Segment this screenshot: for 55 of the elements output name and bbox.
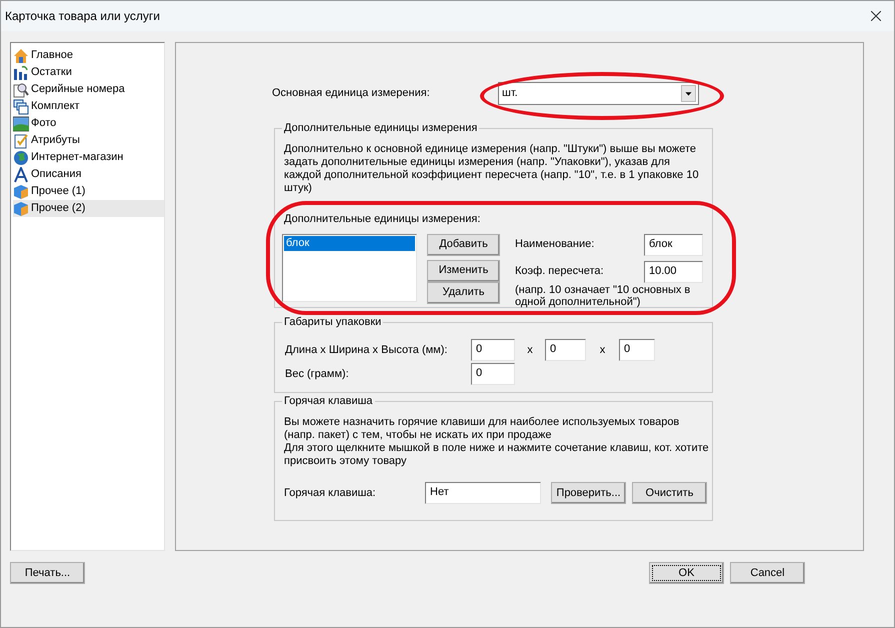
edit-button[interactable]: Изменить [427, 260, 500, 282]
hotkey-label: Горячая клавиша: [284, 486, 377, 501]
name-label: Наименование: [515, 237, 594, 252]
magnifier-icon [13, 82, 29, 98]
input-field[interactable]: 0 [545, 339, 586, 361]
list-label: Дополнительные единицы измерения: [284, 212, 482, 227]
form-icon [13, 132, 29, 148]
sidebar-item[interactable]: Главное [13, 47, 164, 64]
print-button[interactable]: Печать... [10, 562, 85, 584]
input-field[interactable]: 0 [619, 339, 655, 361]
input-field[interactable]: 0 [471, 363, 515, 385]
sidebar-item[interactable]: Комплект [13, 98, 164, 115]
sidebar-item[interactable]: Прочее (2) [13, 200, 164, 217]
globe-icon [13, 150, 29, 166]
factor-hint: (напр. 10 означает "10 основных в одной дополнительной") [515, 284, 692, 308]
sidebar-item[interactable]: Атрибуты [13, 132, 164, 149]
serif-letter-icon [13, 166, 29, 182]
unit-dropdown[interactable]: шт. [498, 82, 699, 105]
sidebar-item[interactable]: Интернет-магазин [13, 149, 164, 166]
stacked-windows-icon [13, 98, 29, 114]
dimensions-label: Длина х Ширина х Высота (мм): [285, 342, 448, 358]
sidebar-item[interactable]: Серийные номера [13, 81, 164, 98]
cancel-button[interactable]: Cancel [730, 562, 805, 584]
group-title: Габариты упаковки [282, 315, 384, 329]
base-unit-label: Основная единица измерения: [272, 86, 431, 102]
check-button[interactable]: Проверить... [551, 482, 626, 504]
group-title: Горячая клавиша [282, 394, 375, 408]
group-title: Дополнительные единицы измерения [282, 121, 480, 135]
add-button[interactable]: Добавить [427, 234, 500, 256]
input-field[interactable]: 0 [471, 339, 515, 361]
factor-label: Коэф. пересчета: [515, 264, 604, 280]
cube-icon [13, 200, 29, 216]
close-icon[interactable] [871, 11, 881, 21]
delete-button[interactable]: Удалить [427, 282, 500, 304]
house-icon [13, 48, 29, 64]
hint-text: Вы можете назначить горячие клавиши для наиболее используемых товаров (напр. пакет) с тем, чтобы не искать их при продаже [284, 416, 680, 442]
ok-button[interactable]: OK [649, 562, 724, 584]
cube-icon [13, 184, 29, 200]
sidebar-item[interactable]: Описания [13, 166, 164, 183]
hotkey-field[interactable]: Нет [425, 482, 541, 504]
sidebar-item[interactable]: Прочее (1) [13, 183, 164, 200]
description-text: Дополнительно к основной единице измерения (напр. "Штуки") выше вы можете задать дополнительные единицы измерения (напр. "Упаковки"), указав для каждой дополнительной коэффициент пересчета (напр. "10", т.е. в 1 упаковке 10 штук) [284, 143, 700, 195]
times-sign: x [526, 342, 534, 358]
weight-label: Вес (грамм): [285, 366, 350, 382]
window-title: Карточка товара или услуги [5, 8, 160, 25]
sidebar-item[interactable]: Остатки [13, 64, 164, 81]
sidebar-item[interactable]: Фото [13, 115, 164, 132]
landscape-icon [13, 116, 29, 132]
bar-chart-icon [13, 64, 29, 80]
input-field[interactable]: 10.00 [644, 260, 703, 282]
clear-button[interactable]: Очистить [632, 482, 707, 504]
input-field[interactable]: блок [644, 234, 703, 256]
times-sign: x [598, 342, 606, 358]
list-item[interactable]: блок [284, 236, 415, 250]
hint-text: Для этого щелкните мышкой в поле ниже и нажмите сочетание клавиш, кот. хотите присвоить этому товару [284, 442, 709, 468]
